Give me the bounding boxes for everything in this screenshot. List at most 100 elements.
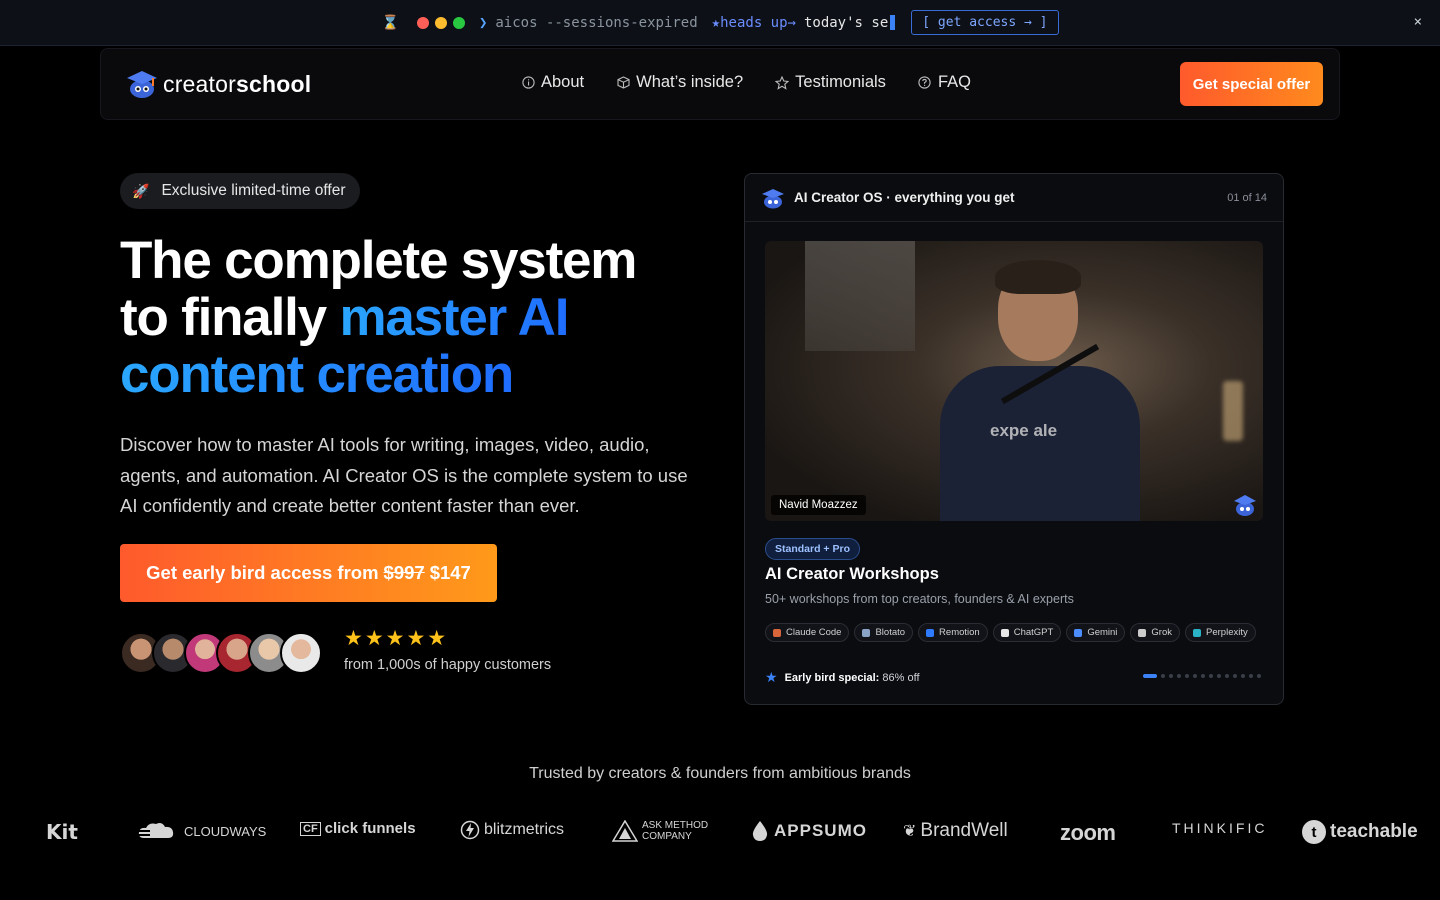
cloud-icon: [136, 823, 174, 838]
pager-dot[interactable]: [1217, 674, 1221, 678]
prompt-chevron-icon: ❯: [478, 14, 488, 31]
typing-text: today's se: [803, 14, 889, 31]
pager-dot[interactable]: [1233, 674, 1237, 678]
rating-stars: ★★★★★: [344, 627, 449, 650]
headline-line-2: to finally: [120, 288, 340, 347]
brand-label: ASK METHOD COMPANY: [642, 820, 709, 842]
offer-badge: 🚀 Exclusive limited-time offer: [120, 173, 360, 209]
tool-chip-label: Claude Code: [786, 627, 842, 638]
brand-teachable-logo: t teachable: [1302, 820, 1418, 844]
carousel-pager: [1143, 674, 1261, 678]
tool-chip-label: Grok: [1151, 627, 1173, 638]
tool-chip-label: Perplexity: [1206, 627, 1248, 638]
brand-blitzmetrics-logo: blitzmetrics: [460, 820, 564, 840]
tool-chip[interactable]: Remotion: [918, 623, 988, 642]
tool-chips: Claude Code Blotato Remotion ChatGPT Gemini G…: [765, 623, 1256, 642]
brand-zoom-logo: zoom: [1060, 820, 1116, 845]
info-icon: [521, 76, 535, 90]
green-dot: [452, 16, 465, 29]
brand-label: CLOUDWAYS: [184, 823, 267, 839]
pager-dot[interactable]: [1177, 674, 1181, 678]
headline-highlight-2: content creation: [120, 345, 514, 404]
yellow-dot: [434, 16, 447, 29]
mascot-icon: [762, 188, 784, 208]
tool-chip[interactable]: Blotato: [854, 623, 914, 642]
video-window-shape: [805, 241, 915, 351]
tool-chip[interactable]: Gemini: [1066, 623, 1126, 642]
pager-dot[interactable]: [1209, 674, 1213, 678]
tool-chip[interactable]: Claude Code: [765, 623, 850, 642]
headline-line-1: The complete system: [120, 231, 637, 290]
product-card: AI Creator OS · everything you get 01 of…: [744, 173, 1284, 705]
bolt-circle-icon: [460, 820, 480, 840]
headline-highlight-1: master AI: [339, 288, 569, 347]
window-dots: [416, 16, 465, 29]
get-access-link[interactable]: [ get access → ]: [911, 10, 1059, 35]
nav-link-faq[interactable]: FAQ: [918, 73, 971, 92]
cta-prefix: Get early bird access from: [146, 562, 379, 583]
tool-chip[interactable]: Grok: [1130, 623, 1181, 642]
tool-chip-label: Blotato: [875, 627, 906, 638]
brand-label: click funnels: [324, 820, 416, 837]
red-dot: [416, 16, 429, 29]
nav-links: About What’s inside? Testimonials FAQ: [521, 73, 971, 92]
heads-up-label: ★heads up→: [711, 14, 796, 31]
pager-dot[interactable]: [1193, 674, 1197, 678]
brand-clickfunnels-logo: CF click funnels: [300, 820, 416, 837]
workshop-video[interactable]: expe ale Navid Moazzez: [765, 241, 1263, 521]
video-lamp-shape: [1223, 381, 1243, 441]
pager-dot[interactable]: [1169, 674, 1173, 678]
pager-dot[interactable]: [1201, 674, 1205, 678]
early-bird-value: 86% off: [882, 671, 920, 684]
brand-label: APPSUMO: [774, 821, 867, 840]
drop-icon: [752, 821, 768, 841]
customer-avatars: [120, 632, 322, 674]
brand-kit-logo: Kit: [46, 820, 78, 844]
brand-cloudways-logo: CLOUDWAYS: [136, 820, 266, 842]
pager-dot[interactable]: [1241, 674, 1245, 678]
tool-logo-icon: [773, 628, 781, 637]
avatar: [280, 632, 322, 674]
main-nav: creatorschool About What’s inside? Testi…: [100, 48, 1340, 120]
nav-link-whats-inside[interactable]: What’s inside?: [616, 73, 743, 92]
hero-headline: The complete system to finally master AI…: [120, 232, 720, 403]
tool-chip-label: Remotion: [939, 627, 980, 638]
card-title: AI Creator OS · everything you get: [794, 190, 1015, 205]
presenter-hair: [995, 260, 1081, 294]
nav-link-testimonials[interactable]: Testimonials: [775, 73, 886, 92]
tool-chip[interactable]: ChatGPT: [992, 623, 1062, 642]
tool-chip-label: ChatGPT: [1013, 627, 1054, 638]
logo[interactable]: creatorschool: [125, 69, 311, 99]
slide-counter: 01 of 14: [1227, 192, 1267, 204]
workshop-title: AI Creator Workshops: [765, 565, 939, 583]
pager-dot[interactable]: [1225, 674, 1229, 678]
nav-link-label: What’s inside?: [636, 73, 744, 91]
early-bird-button[interactable]: Get early bird access from $997 $147: [120, 544, 497, 602]
pager-dot[interactable]: [1249, 674, 1253, 678]
new-price: $147: [429, 562, 471, 583]
mascot-icon: [1234, 495, 1256, 516]
tool-chip[interactable]: Perplexity: [1185, 623, 1256, 642]
early-bird-note: ★ Early bird special: 86% off: [765, 669, 920, 686]
box-icon: [616, 76, 630, 90]
brand-askmethod-logo: ASK METHOD COMPANY: [612, 820, 716, 842]
workshop-subtitle: 50+ workshops from top creators, founder…: [765, 592, 1074, 606]
card-header: AI Creator OS · everything you get 01 of…: [745, 174, 1283, 222]
nav-link-about[interactable]: About: [521, 73, 584, 92]
pager-dot[interactable]: [1161, 674, 1165, 678]
hourglass-icon: ⌛: [381, 14, 399, 31]
brand-thinkific-logo: THINKIFIC: [1172, 820, 1268, 836]
old-price: $997: [383, 562, 425, 583]
pager-dot[interactable]: [1257, 674, 1261, 678]
pager-dot[interactable]: [1185, 674, 1189, 678]
brand-label: BrandWell: [920, 820, 1008, 841]
tool-logo-icon: [926, 628, 935, 637]
pager-dot[interactable]: [1143, 674, 1157, 678]
tier-badge: Standard + Pro: [765, 538, 860, 560]
tool-logo-icon: [862, 628, 871, 637]
early-bird-label: Early bird special:: [784, 671, 880, 684]
close-icon[interactable]: ×: [1414, 14, 1422, 30]
get-special-offer-button[interactable]: Get special offer: [1180, 62, 1323, 106]
nav-link-label: FAQ: [937, 73, 971, 91]
offer-badge-label: Exclusive limited-time offer: [161, 182, 346, 199]
